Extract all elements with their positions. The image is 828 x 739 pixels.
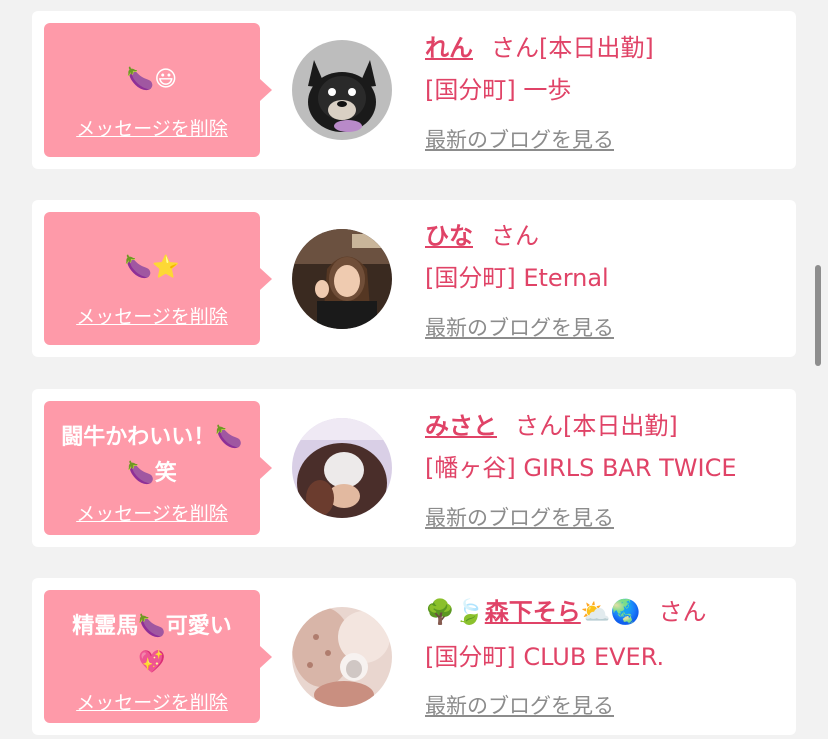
list-item: 🍆😃 メッセージを削除 れん さん[本日出勤] [国分町] 一歩 最新のブログを… [32, 11, 796, 169]
name-line: 🌳🍃森下そら⛅🌏 さん [425, 592, 786, 627]
delete-message-link[interactable]: メッセージを削除 [44, 688, 260, 715]
cast-name-link[interactable]: ひな [425, 222, 473, 250]
name-prefix-emoji: 🌳🍃 [425, 598, 485, 626]
entry-info: みさと さん[本日出勤] [幡ヶ谷] GIRLS BAR TWICE 最新のブログ… [425, 389, 786, 547]
entry-info: ひな さん [国分町] Eternal 最新のブログを見る [425, 200, 786, 357]
message-text-line1: 闘牛かわいい！🍆 [61, 425, 243, 450]
avatar[interactable] [292, 418, 392, 518]
message-text-line2: 💖 [138, 650, 166, 675]
cast-name-link[interactable]: れん [425, 34, 473, 62]
shop-label: [国分町] CLUB EVER. [425, 643, 665, 671]
list-item: 精霊馬🍆可愛い 💖 メッセージを削除 🌳🍃森下そら⛅🌏 さん [国分町] CLUB [32, 578, 796, 735]
name-line: ひな さん [425, 216, 786, 251]
name-line: れん さん[本日出勤] [425, 28, 786, 63]
name-suffix: さん [658, 598, 707, 626]
latest-blog-link[interactable]: 最新のブログを見る [425, 690, 614, 720]
cast-name-link[interactable]: 森下そら [485, 598, 581, 626]
message-bubble: 🍆⭐ メッセージを削除 [44, 212, 272, 345]
name-line: みさと さん[本日出勤] [425, 406, 786, 441]
message-text-line1: 精霊馬🍆可愛い [72, 614, 232, 639]
name-suffix: さん[本日出勤] [515, 412, 678, 440]
message-bubble: 🍆😃 メッセージを削除 [44, 23, 272, 157]
scrollbar[interactable] [815, 265, 821, 366]
avatar[interactable] [292, 229, 392, 329]
message-text-line2: 🍆笑 [127, 461, 177, 486]
delete-message-link[interactable]: メッセージを削除 [44, 499, 260, 526]
avatar[interactable] [292, 607, 392, 707]
name-suffix: さん [491, 222, 539, 250]
entry-info: れん さん[本日出勤] [国分町] 一歩 最新のブログを見る [425, 11, 786, 169]
list-item: 🍆⭐ メッセージを削除 ひな さん [国分町] Eternal 最新のブログを見る [32, 200, 796, 357]
shop-label: [幡ヶ谷] GIRLS BAR TWICE [425, 454, 737, 482]
message-text: 🍆⭐ [124, 255, 180, 280]
shop-label: [国分町] 一歩 [425, 76, 572, 104]
delete-message-link[interactable]: メッセージを削除 [44, 302, 260, 329]
message-list: 🍆😃 メッセージを削除 れん さん[本日出勤] [国分町] 一歩 最新のブログを… [0, 0, 828, 739]
name-suffix-emoji: ⛅🌏 [580, 598, 641, 626]
avatar[interactable] [292, 40, 392, 140]
latest-blog-link[interactable]: 最新のブログを見る [425, 312, 614, 342]
latest-blog-link[interactable]: 最新のブログを見る [425, 124, 614, 154]
shop-label: [国分町] Eternal [425, 264, 609, 292]
message-text: 🍆😃 [126, 67, 178, 92]
message-bubble: 精霊馬🍆可愛い 💖 メッセージを削除 [44, 590, 272, 723]
name-suffix: さん[本日出勤] [491, 34, 654, 62]
entry-info: 🌳🍃森下そら⛅🌏 さん [国分町] CLUB EVER. 最新のブログを見る [425, 578, 786, 735]
delete-message-link[interactable]: メッセージを削除 [44, 114, 260, 141]
list-item: 闘牛かわいい！🍆 🍆笑 メッセージを削除 みさと さん[本日出勤] [幡ヶ谷] G… [32, 389, 796, 547]
message-bubble: 闘牛かわいい！🍆 🍆笑 メッセージを削除 [44, 401, 272, 535]
cast-name-link[interactable]: みさと [425, 412, 497, 440]
latest-blog-link[interactable]: 最新のブログを見る [425, 502, 614, 532]
